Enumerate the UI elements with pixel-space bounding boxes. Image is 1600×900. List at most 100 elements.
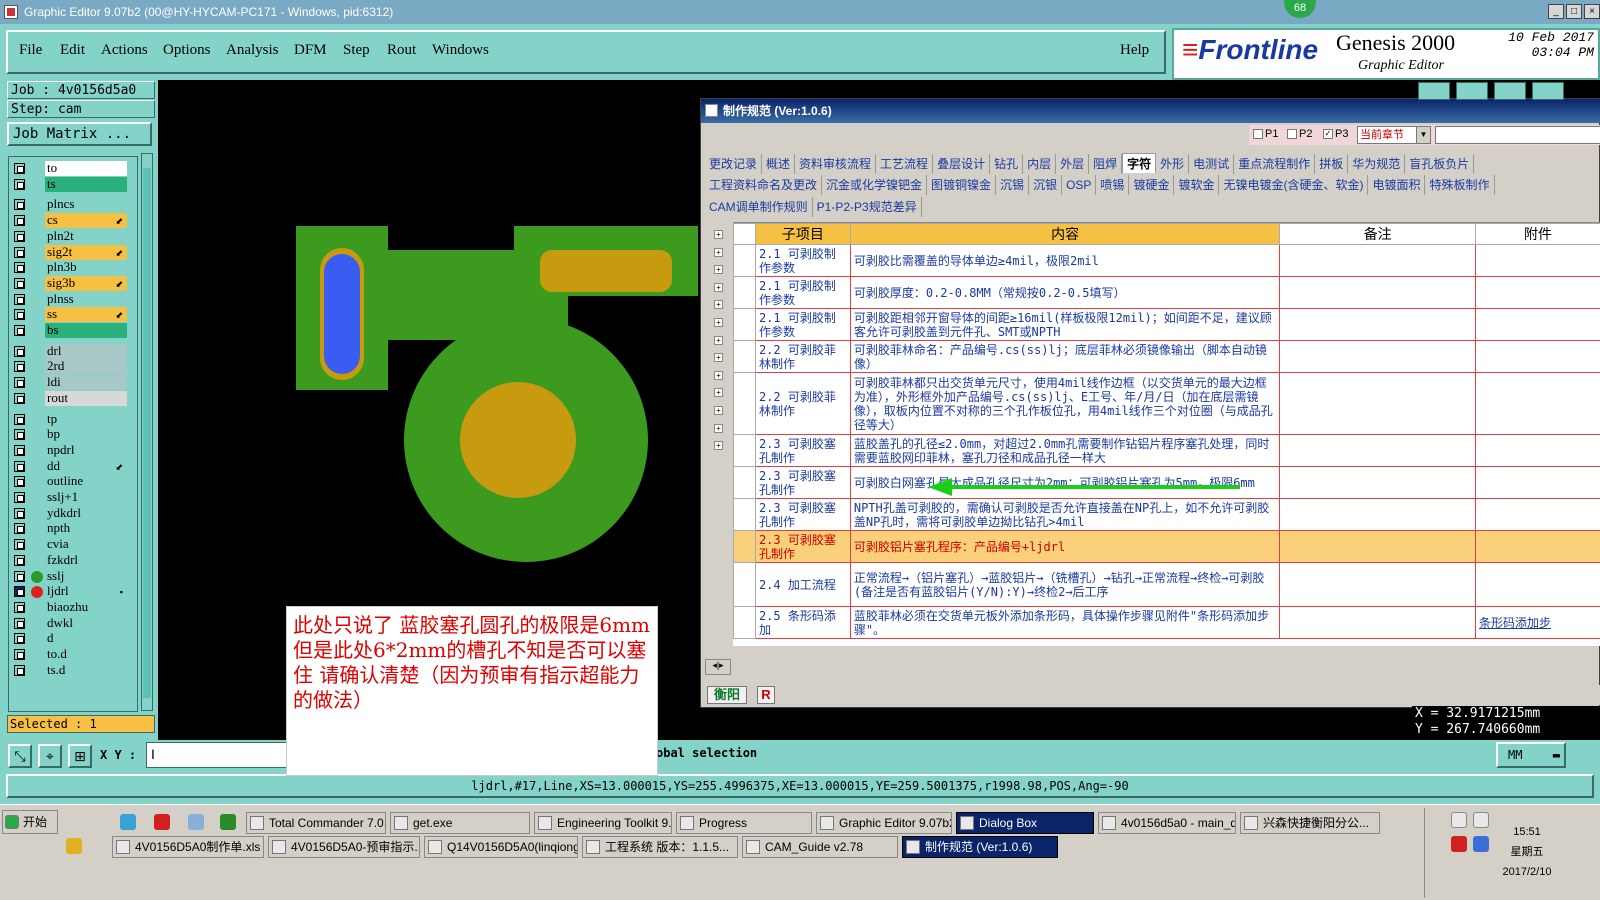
table-row[interactable]: 2.3 可剥胶塞孔制作 可剥胶铝片塞孔程序：产品编号+ljdrl [733,530,1600,563]
tree-expand-icon[interactable]: + [714,318,723,327]
zoom-icon[interactable]: ⤡ [8,744,32,768]
taskbar-button[interactable]: Engineering Toolkit 9.... [534,812,672,834]
snap-icon[interactable]: ⌖ [38,744,62,768]
layer-row[interactable]: npdrl [11,442,137,458]
chapter-select[interactable]: 当前章节 ▼ [1357,126,1431,144]
layer-row[interactable]: cvia [11,537,137,553]
taskbar-button[interactable]: Total Commander 7.0... [246,812,386,834]
layer-name[interactable]: plnss [45,291,127,307]
layer-name[interactable]: bp [45,427,127,443]
quicklaunch-icon-3[interactable] [188,814,204,830]
units-select[interactable]: MM ▬ [1496,742,1566,768]
layer-row[interactable]: ldi [11,375,137,391]
menu-windows[interactable]: Windows [432,42,489,59]
menu-actions[interactable]: Actions [101,42,148,59]
tray-icon-3[interactable] [1451,836,1467,852]
layer-checkbox[interactable] [14,570,25,582]
tab-b-1[interactable]: 沉金或化学镍钯金 [822,175,928,195]
layer-checkbox[interactable] [14,230,25,242]
scroll-thumb[interactable] [143,168,151,698]
layer-row[interactable]: dwkl [11,615,137,631]
layer-name[interactable]: sslj+1 [45,490,127,505]
taskbar-button[interactable]: 4v0156d5a0 - main_qa [1098,812,1236,834]
table-row[interactable]: 2.2 可剥胶菲林制作 可剥胶菲林命名：产品编号.cs(ss)lj；底层菲林必须镜… [733,340,1600,373]
taskbar-button[interactable]: Dialog Box [956,812,1094,834]
layer-checkbox[interactable] [14,523,25,535]
layer-row[interactable]: to.d [11,647,137,662]
tab-b-10[interactable]: 电镀面积 [1368,175,1426,195]
quicklaunch-icon-5[interactable] [66,838,82,854]
taskbar-button[interactable]: 制作规范 (Ver:1.0.6) [902,836,1058,858]
tab-c-1[interactable]: P1-P2-P3规范差异 [813,197,922,217]
layer-name[interactable]: cs ⬋ [45,213,127,229]
layer-checkbox[interactable] [14,444,25,456]
tab-a-4[interactable]: 叠层设计 [933,154,991,174]
dialog-title-bar[interactable]: 制作规范 (Ver:1.0.6) [701,99,1600,123]
close-button[interactable]: × [1584,4,1600,19]
layer-row[interactable]: 2rd [11,359,137,375]
job-matrix-button[interactable]: Job Matrix ... [7,122,152,146]
table-row[interactable]: 2.2 可剥胶菲林制作 可剥胶菲林都只出交货单元尺寸，使用4mil线作边框（以交货… [733,372,1600,435]
layer-name[interactable]: biaozhu [45,599,127,615]
layer-row[interactable]: ydkdrl [11,505,137,521]
grid-icon[interactable]: ⊞ [68,744,92,768]
layer-row[interactable]: plnss [11,291,137,307]
taskbar-button[interactable]: 4V0156D5A0-预审指示.... [268,836,420,858]
toolbar-icon-4[interactable] [1532,82,1564,100]
layer-name[interactable]: d [45,631,127,647]
taskbar-button[interactable]: Q14V0156D5A0(linqiong)... [424,836,578,858]
tab-b-8[interactable]: 镀软金 [1174,175,1220,195]
taskbar-button[interactable]: 兴森快捷衡阳分公... [1240,812,1380,834]
layer-name[interactable]: cvia [45,537,127,553]
toolbar-icon-1[interactable] [1418,82,1450,100]
layer-name[interactable]: dd ⬋ [45,458,127,474]
cell-attachment[interactable]: 条形码添加步 [1475,606,1600,639]
layer-checkbox[interactable] [14,586,25,598]
layer-name[interactable]: 2rd [45,359,127,375]
layer-checkbox[interactable] [14,345,25,357]
layer-checkbox[interactable] [14,664,25,676]
layer-name[interactable]: ts [45,176,127,192]
layer-name[interactable]: ydkdrl [45,505,127,521]
table-row[interactable]: 2.1 可剥胶制作参数 可剥胶厚度：0.2-0.8MM（常规按0.2-0.5填写） [733,276,1600,309]
layer-row[interactable]: cs ⬋ [11,213,137,229]
layer-checkbox[interactable] [14,429,25,441]
tab-a-13[interactable]: 拼板 [1315,154,1349,174]
tray-clock[interactable]: 15:51 星期五 2017/2/10 [1497,822,1557,882]
menu-help[interactable]: Help [1120,42,1149,59]
tab-b-9[interactable]: 无镍电镀金(含硬金、软金) [1219,175,1369,195]
start-button[interactable]: 开始 [2,810,58,834]
layer-checkbox[interactable] [14,554,25,566]
layer-checkbox[interactable] [14,215,25,227]
tree-expand-icon[interactable]: + [714,370,723,380]
layer-name[interactable]: plncs [45,197,127,213]
scroll-left-button[interactable]: ◂|▸ [705,659,731,675]
table-row[interactable]: 2.5 条形码添加 蓝胶菲林必须在交货单元板外添加条形码，具体操作步骤见附件"条形… [733,606,1600,639]
layer-row[interactable]: bs [11,323,137,338]
layer-name[interactable]: drl [45,343,127,359]
layer-name[interactable]: tp [45,411,127,427]
tree-expand-icon[interactable]: + [714,230,723,239]
tab-a-2[interactable]: 资料审核流程 [795,154,877,174]
layer-row[interactable]: tp [11,411,137,427]
maximize-button[interactable]: □ [1566,4,1582,19]
layer-checkbox[interactable] [14,460,25,472]
tab-a-6[interactable]: 内层 [1023,154,1057,174]
menu-analysis[interactable]: Analysis [226,42,279,59]
layer-checkbox[interactable] [14,377,25,389]
tree-expand-icon[interactable]: + [714,388,723,398]
p2-checkbox[interactable] [1287,129,1297,139]
layer-name[interactable]: npth [45,521,127,537]
tab-b-7[interactable]: 镀硬金 [1129,175,1175,195]
tab-a-5[interactable]: 钻孔 [990,154,1024,174]
tab-a-12[interactable]: 重点流程制作 [1234,154,1316,174]
layer-checkbox[interactable] [14,178,25,190]
layer-checkbox[interactable] [14,293,25,305]
layer-name[interactable]: npdrl [45,442,127,458]
layer-name[interactable]: ljdrl ▪ [45,584,127,600]
layer-name[interactable]: to.d [45,647,127,662]
layer-row[interactable]: sig3b ⬋ [11,275,137,291]
tab-c-0[interactable]: CAM调单制作规则 [705,197,813,217]
taskbar-button[interactable]: CAM_Guide v2.78 [742,836,898,858]
layer-name[interactable]: ss ⬋ [45,307,127,323]
